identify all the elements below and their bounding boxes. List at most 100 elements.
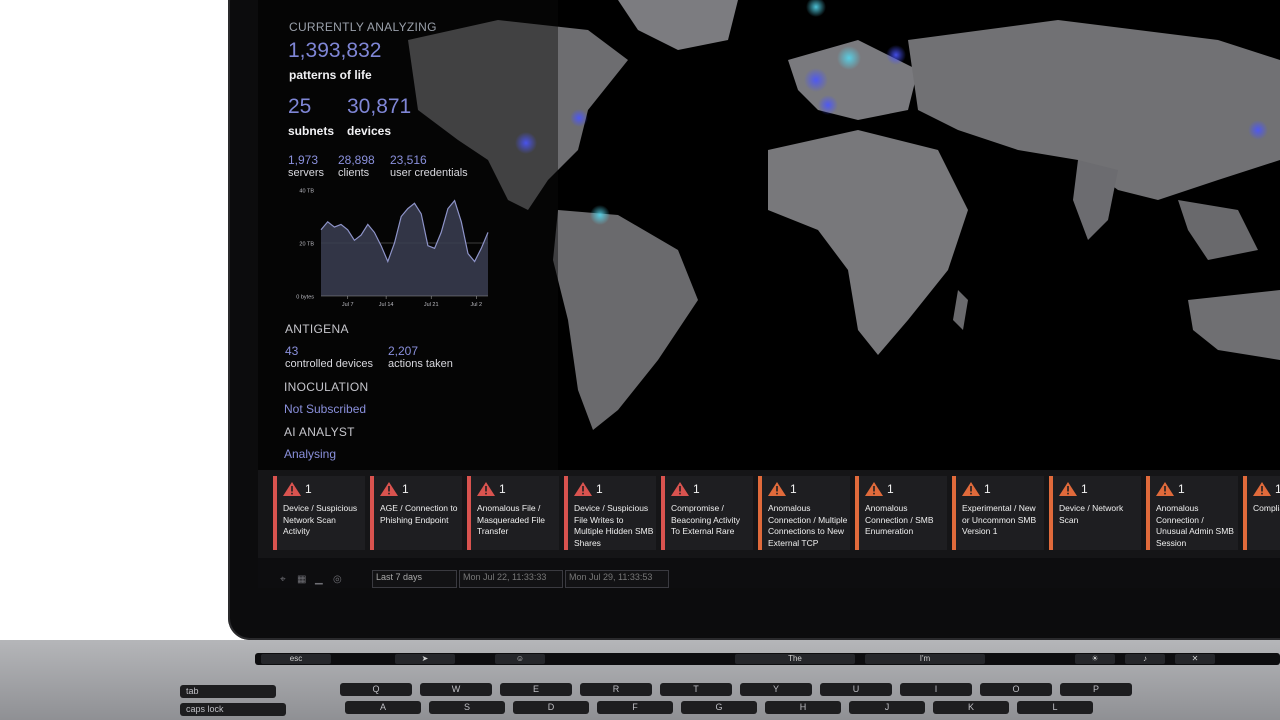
actions-taken-value: 2,207 <box>388 344 419 358</box>
send-icon[interactable]: ➤ <box>395 654 455 664</box>
key-k[interactable]: K <box>933 701 1009 714</box>
alert-count: 1 <box>402 482 409 496</box>
key-o[interactable]: O <box>980 683 1052 696</box>
tab-key[interactable]: tab <box>180 685 276 698</box>
warning-icon <box>865 482 883 496</box>
alert-count: 1 <box>790 482 797 496</box>
key-j[interactable]: J <box>849 701 925 714</box>
alert-card[interactable]: 1 Complia Drive Wri <box>1243 476 1280 550</box>
alert-tray: 1 Device / Suspicious Network Scan Activi… <box>258 470 1280 558</box>
ai-analyst-status-link[interactable]: Analysing <box>284 447 336 461</box>
warning-icon <box>477 482 495 496</box>
alert-title: Device / Suspicious File Writes to Multi… <box>574 503 654 548</box>
devices-value: 30,871 <box>347 95 412 118</box>
key-u[interactable]: U <box>820 683 892 696</box>
key-w[interactable]: W <box>420 683 492 696</box>
key-q[interactable]: Q <box>340 683 412 696</box>
key-e[interactable]: E <box>500 683 572 696</box>
brightness-icon[interactable]: ☀ <box>1075 654 1115 664</box>
alert-card[interactable]: 1 Experimental / New or Uncommon SMB Vers… <box>952 476 1044 550</box>
clients-label: clients <box>338 167 370 179</box>
alert-count: 1 <box>984 482 991 496</box>
key-p[interactable]: P <box>1060 683 1132 696</box>
suggestion-the[interactable]: The <box>735 654 855 664</box>
alert-card[interactable]: 1 AGE / Connection to Phishing Endpoint <box>370 476 462 550</box>
key-r[interactable]: R <box>580 683 652 696</box>
alert-card[interactable]: 1 Anomalous Connection / SMB Enumeration <box>855 476 947 550</box>
key-t[interactable]: T <box>660 683 732 696</box>
suggestion-im[interactable]: I'm <box>865 654 985 664</box>
warning-icon <box>768 482 786 496</box>
credentials-label: user credentials <box>390 167 468 179</box>
alert-card[interactable]: 1 Device / Network Scan <box>1049 476 1141 550</box>
alert-title: Complia Drive Wri <box>1253 503 1280 513</box>
inoculation-heading: INOCULATION <box>284 380 369 394</box>
caps-lock-key[interactable]: caps lock <box>180 703 286 716</box>
globe-icon[interactable]: ◎ <box>333 574 344 585</box>
y-tick-label: 40 TB <box>299 189 314 195</box>
alert-count: 1 <box>1275 482 1280 496</box>
alert-card[interactable]: 1 Device / Suspicious Network Scan Activi… <box>273 476 365 550</box>
emoji-icon[interactable]: ☺ <box>495 654 545 664</box>
alert-card[interactable]: 1 Anomalous File / Masqueraded File Trans… <box>467 476 559 550</box>
touch-bar: esc ➤ ☺ The I'm ☀ ♪ ✕ <box>255 653 1280 665</box>
ai-analyst-heading: AI ANALYST <box>284 425 355 439</box>
key-g[interactable]: G <box>681 701 757 714</box>
alert-card[interactable]: 1 Anomalous Connection / Multiple Connect… <box>758 476 850 550</box>
alert-title: Anomalous Connection / SMB Enumeration <box>865 503 934 536</box>
key-a[interactable]: A <box>345 701 421 714</box>
x-tick-label: Jul 7 <box>342 302 354 308</box>
timeframe-select[interactable]: Last 7 days <box>372 570 457 588</box>
warning-icon <box>1059 482 1077 496</box>
key-d[interactable]: D <box>513 701 589 714</box>
esc-key[interactable]: esc <box>261 654 331 664</box>
pin-icon[interactable]: ⌖ <box>280 574 291 585</box>
mute-icon[interactable]: ✕ <box>1175 654 1215 664</box>
servers-label: servers <box>288 167 325 179</box>
x-tick-label: Jul 21 <box>424 302 439 308</box>
volume-icon[interactable]: ♪ <box>1125 654 1165 664</box>
antigena-heading: ANTIGENA <box>285 322 349 336</box>
key-h[interactable]: H <box>765 701 841 714</box>
alert-title: Device / Network Scan <box>1059 503 1124 525</box>
date-to-field[interactable]: Mon Jul 29, 11:33:53 <box>565 570 669 588</box>
alert-count: 1 <box>305 482 312 496</box>
alert-title: AGE / Connection to Phishing Endpoint <box>380 503 458 525</box>
patterns-label: patterns of life <box>289 68 372 82</box>
alert-count: 1 <box>887 482 894 496</box>
date-from-field[interactable]: Mon Jul 22, 11:33:33 <box>459 570 563 588</box>
subnets-label: subnets <box>288 124 335 138</box>
key-i[interactable]: I <box>900 683 972 696</box>
warning-icon <box>1156 482 1174 496</box>
controlled-devices-label: controlled devices <box>285 358 374 370</box>
alert-title: Device / Suspicious Network Scan Activit… <box>283 503 358 536</box>
clients-value: 28,898 <box>338 153 375 167</box>
alert-card[interactable]: 1 Anomalous Connection / Unusual Admin SM… <box>1146 476 1238 550</box>
warning-icon <box>1253 482 1271 496</box>
alert-count: 1 <box>1081 482 1088 496</box>
warning-icon <box>671 482 689 496</box>
key-y[interactable]: Y <box>740 683 812 696</box>
devices-label: devices <box>347 124 392 138</box>
alert-title: Anomalous File / Masqueraded File Transf… <box>477 503 546 536</box>
grid-icon[interactable]: ▦ <box>297 574 308 585</box>
key-f[interactable]: F <box>597 701 673 714</box>
patterns-value: 1,393,832 <box>288 39 382 62</box>
alert-card[interactable]: 1 Compromise / Beaconing Activity To Exte… <box>661 476 753 550</box>
key-l[interactable]: L <box>1017 701 1093 714</box>
warning-icon <box>574 482 592 496</box>
credentials-value: 23,516 <box>390 153 427 167</box>
stats-panel: CURRENTLY ANALYZING 1,393,832 patterns o… <box>258 0 558 470</box>
key-s[interactable]: S <box>429 701 505 714</box>
alert-title: Compromise / Beaconing Activity To Exter… <box>671 503 740 536</box>
currently-analyzing-heading: CURRENTLY ANALYZING <box>289 20 437 34</box>
controlled-devices-value: 43 <box>285 344 299 358</box>
warning-icon <box>283 482 301 496</box>
inoculation-status-link[interactable]: Not Subscribed <box>284 402 366 416</box>
alert-count: 1 <box>1178 482 1185 496</box>
alert-title: Anomalous Connection / Multiple Connecti… <box>768 503 848 548</box>
warning-icon <box>962 482 980 496</box>
alert-card[interactable]: 1 Device / Suspicious File Writes to Mult… <box>564 476 656 550</box>
bar-chart-icon[interactable]: ▁ <box>315 574 326 585</box>
warning-icon <box>380 482 398 496</box>
